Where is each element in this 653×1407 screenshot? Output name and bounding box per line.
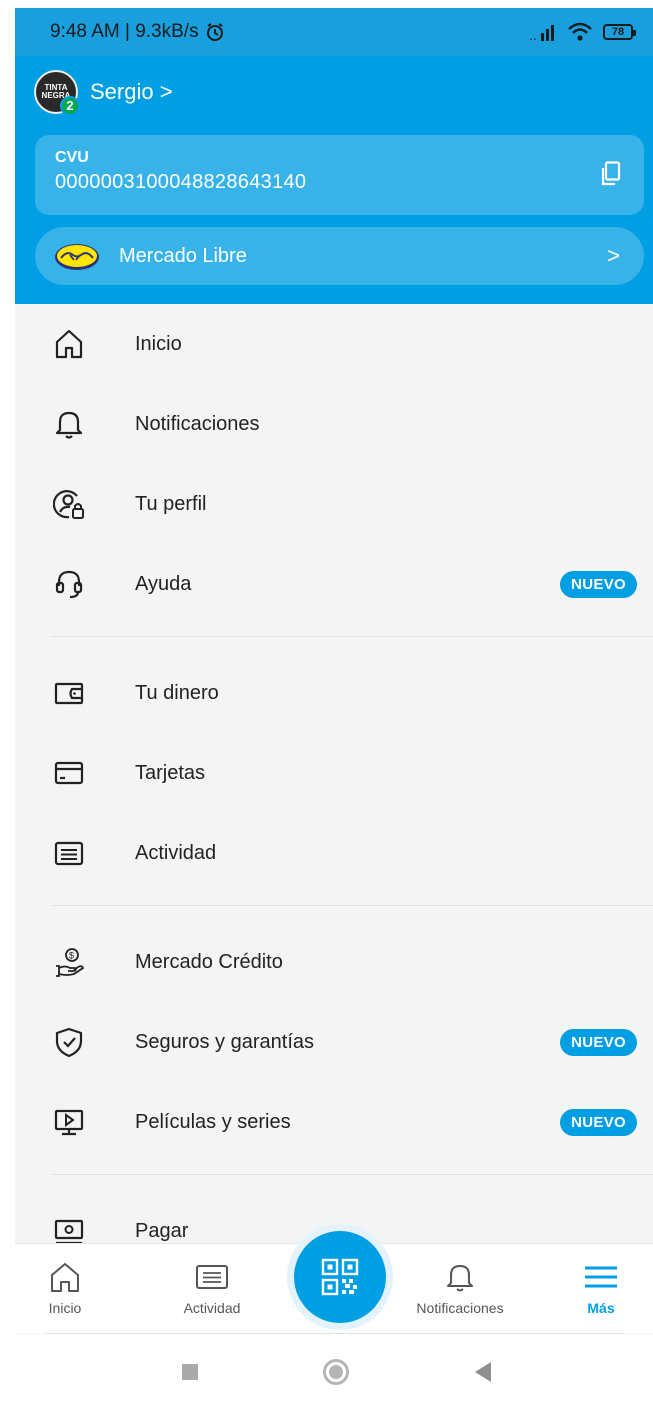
menu-label: Tu perfil <box>135 492 207 515</box>
alarm-icon <box>206 23 223 41</box>
level-badge: 2 <box>60 96 80 116</box>
svg-text:$: $ <box>69 951 74 961</box>
nav-inicio[interactable]: Inicio <box>37 1244 93 1334</box>
menu-label: Inicio <box>135 332 182 355</box>
qr-scan-button[interactable] <box>294 1231 386 1323</box>
menu-divider <box>51 1174 653 1175</box>
cvu-number: 0000003100048828643140 <box>55 171 307 193</box>
nav-label: Notificaciones <box>416 1300 504 1316</box>
menu-divider <box>51 905 653 906</box>
menu-item-mercado-credito[interactable]: $ Mercado Crédito <box>15 922 653 1002</box>
bell-icon <box>447 1265 473 1292</box>
nav-label: Más <box>587 1300 615 1316</box>
mercado-libre-label: Mercado Libre <box>119 244 247 267</box>
chevron-right-icon: > <box>607 243 620 268</box>
cvu-card: CVU 0000003100048828643140 <box>35 135 644 215</box>
shield-check-icon <box>55 1027 83 1058</box>
new-badge: NUEVO <box>560 1108 637 1136</box>
headset-icon <box>55 570 83 599</box>
status-right: .. 78 <box>529 22 636 42</box>
nav-notificaciones[interactable]: Notificaciones <box>395 1244 525 1334</box>
menu-item-ayuda[interactable]: Ayuda NUEVO <box>15 544 653 624</box>
status-time: 9:48 AM | 9.3kB/s <box>50 21 199 42</box>
menu-divider <box>51 636 653 637</box>
home-button-icon[interactable] <box>323 1359 349 1385</box>
system-nav-bar <box>15 1334 653 1407</box>
menu-item-seguros[interactable]: Seguros y garantías NUEVO <box>15 1002 653 1082</box>
wifi-icon <box>568 22 592 41</box>
activity-icon <box>54 841 84 866</box>
avatar[interactable]: TINTA NEGRA 2 <box>34 70 80 116</box>
svg-text:..: .. <box>529 27 537 41</box>
menu-item-tu-dinero[interactable]: Tu dinero <box>15 653 653 733</box>
menu-item-peliculas[interactable]: Películas y series NUEVO <box>15 1082 653 1162</box>
menu-label: Notificaciones <box>135 412 260 435</box>
menu-label: Tarjetas <box>135 761 206 784</box>
side-menu: Inicio Notificaciones Tu perfil Ayuda NU… <box>15 304 653 1271</box>
new-badge: NUEVO <box>560 570 637 598</box>
mercado-libre-logo-icon <box>55 244 99 270</box>
menu-label: Películas y series <box>135 1110 291 1133</box>
menu-item-tarjetas[interactable]: Tarjetas <box>15 733 653 813</box>
menu-label: Pagar <box>135 1219 189 1242</box>
menu-item-inicio[interactable]: Inicio <box>15 304 653 384</box>
menu-label: Ayuda <box>135 572 192 595</box>
nav-label: Actividad <box>183 1300 241 1316</box>
user-row[interactable]: TINTA NEGRA 2 Sergio > <box>34 70 173 116</box>
battery-icon: 78 <box>603 24 636 40</box>
menu-label: Seguros y garantías <box>135 1030 314 1053</box>
profile-lock-icon <box>53 490 84 519</box>
menu-item-notificaciones[interactable]: Notificaciones <box>15 384 653 464</box>
account-header: TINTA NEGRA 2 Sergio > CVU 0000003100048… <box>15 56 653 304</box>
status-left: 9:48 AM | 9.3kB/s <box>50 21 225 43</box>
back-icon[interactable] <box>475 1362 491 1382</box>
hamburger-menu-icon <box>585 1266 617 1288</box>
bell-icon <box>55 411 83 439</box>
menu-label: Mercado Crédito <box>135 950 283 973</box>
mercado-libre-link[interactable]: Mercado Libre > <box>35 227 644 285</box>
credit-hand-icon: $ <box>56 948 85 977</box>
nav-actividad[interactable]: Actividad <box>162 1244 262 1334</box>
menu-label: Tu dinero <box>135 681 219 704</box>
play-screen-icon <box>54 1109 84 1136</box>
signal-icon: .. <box>529 25 554 41</box>
phone-screen: 9:48 AM | 9.3kB/s .. 78 TINTA NEGRA 2 Se… <box>15 8 653 1407</box>
home-icon <box>51 1263 79 1292</box>
user-name-link[interactable]: Sergio > <box>90 79 173 105</box>
nav-mas[interactable]: Más <box>573 1244 629 1334</box>
wallet-icon <box>54 682 84 705</box>
bottom-nav: Inicio Actividad Notificaciones Más <box>15 1224 653 1334</box>
menu-item-actividad[interactable]: Actividad <box>15 813 653 893</box>
card-icon <box>54 761 84 785</box>
recent-apps-icon[interactable] <box>182 1364 198 1380</box>
cvu-label: CVU <box>55 149 89 166</box>
qr-code-icon <box>321 1258 359 1296</box>
copy-icon[interactable] <box>600 161 622 187</box>
home-icon <box>55 329 83 359</box>
status-bar: 9:48 AM | 9.3kB/s .. 78 <box>15 8 653 56</box>
qr-button-halo <box>287 1224 393 1330</box>
nav-label: Inicio <box>48 1300 82 1316</box>
menu-label: Actividad <box>135 841 217 864</box>
menu-item-tu-perfil[interactable]: Tu perfil <box>15 464 653 544</box>
activity-icon <box>196 1265 228 1289</box>
new-badge: NUEVO <box>560 1028 637 1056</box>
